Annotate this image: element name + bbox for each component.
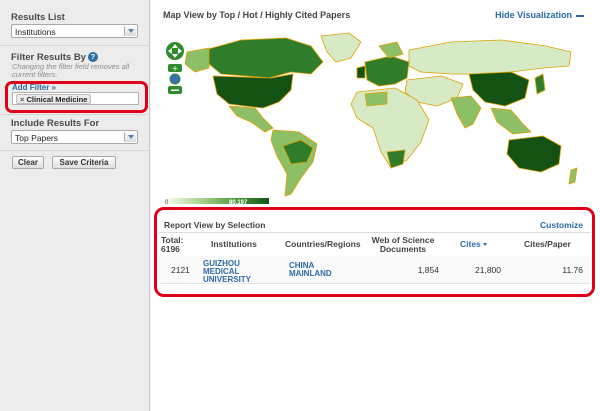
collapse-icon (576, 14, 584, 17)
legend-max: 80,197 (229, 200, 248, 206)
divider (0, 45, 149, 46)
world-map[interactable] (151, 28, 600, 200)
row-cites-per-paper: 11.76 (562, 265, 583, 275)
svg-text:+: + (172, 64, 179, 73)
map-country (356, 65, 366, 79)
map-country (212, 73, 294, 109)
map-zoom-control[interactable]: + (164, 42, 186, 98)
row-documents: 1,854 (417, 265, 439, 275)
map-country (364, 91, 388, 107)
filter-note: Changing the filter field removes all cu… (12, 63, 130, 79)
map-title: Map View by Top / Hot / Highly Cited Pap… (163, 10, 351, 20)
map-country (184, 47, 210, 73)
chevron-down-icon (124, 132, 136, 142)
wos-documents-header[interactable]: Web of Science Documents (367, 236, 439, 254)
map-country (204, 37, 324, 79)
results-list-select[interactable]: Institutions (11, 24, 138, 38)
sort-desc-icon (482, 243, 487, 247)
main-panel: Map View by Top / Hot / Highly Cited Pap… (151, 0, 600, 411)
help-icon[interactable]: ? (87, 52, 98, 63)
divider (0, 150, 149, 151)
save-criteria-button[interactable]: Save Criteria (52, 156, 116, 169)
institutions-header[interactable]: Institutions (211, 240, 257, 249)
row-cites: 21,800 (475, 265, 501, 275)
results-list-label: Results List (11, 12, 65, 23)
country-link[interactable]: CHINA MAINLAND (289, 262, 343, 278)
countries-header[interactable]: Countries/Regions (285, 240, 361, 249)
map-country (468, 71, 530, 107)
map-country (506, 135, 562, 173)
map-country (378, 41, 404, 59)
total-count: 6196 (161, 244, 180, 254)
sidebar: Results List Institutions Filter Results… (0, 0, 150, 411)
cites-per-paper-header[interactable]: Cites/Paper (524, 240, 571, 249)
hide-visualization-link[interactable]: Hide Visualization (495, 10, 584, 20)
total-header: Total: 6196 (161, 235, 184, 254)
map-country (568, 167, 578, 185)
map-country (534, 73, 546, 95)
institution-link[interactable]: GUIZHOU MEDICAL UNIVERSITY (203, 260, 263, 284)
row-rank: 2121 (171, 265, 190, 275)
map-country (490, 107, 532, 135)
map-legend (169, 198, 269, 204)
include-results-label: Include Results For (11, 118, 100, 129)
divider (159, 232, 591, 233)
map-country (408, 39, 572, 75)
map-country (320, 32, 362, 63)
report-title: Report View by Selection (164, 220, 266, 230)
globe-icon (169, 73, 181, 85)
chevron-down-icon (124, 26, 136, 36)
results-list-value: Institutions (15, 27, 56, 37)
include-results-value: Top Papers (15, 133, 58, 143)
cites-header[interactable]: Cites (460, 240, 487, 249)
map-country (364, 55, 410, 87)
legend-min: 0 (165, 200, 169, 206)
include-results-select[interactable]: Top Papers (11, 130, 138, 144)
map-country (228, 105, 274, 133)
clear-button[interactable]: Clear (12, 156, 44, 169)
customize-link[interactable]: Customize (540, 220, 583, 230)
add-filter-highlight (5, 81, 148, 113)
map-country (450, 95, 482, 129)
filter-results-label: Filter Results By? (11, 52, 98, 63)
divider (0, 114, 149, 115)
